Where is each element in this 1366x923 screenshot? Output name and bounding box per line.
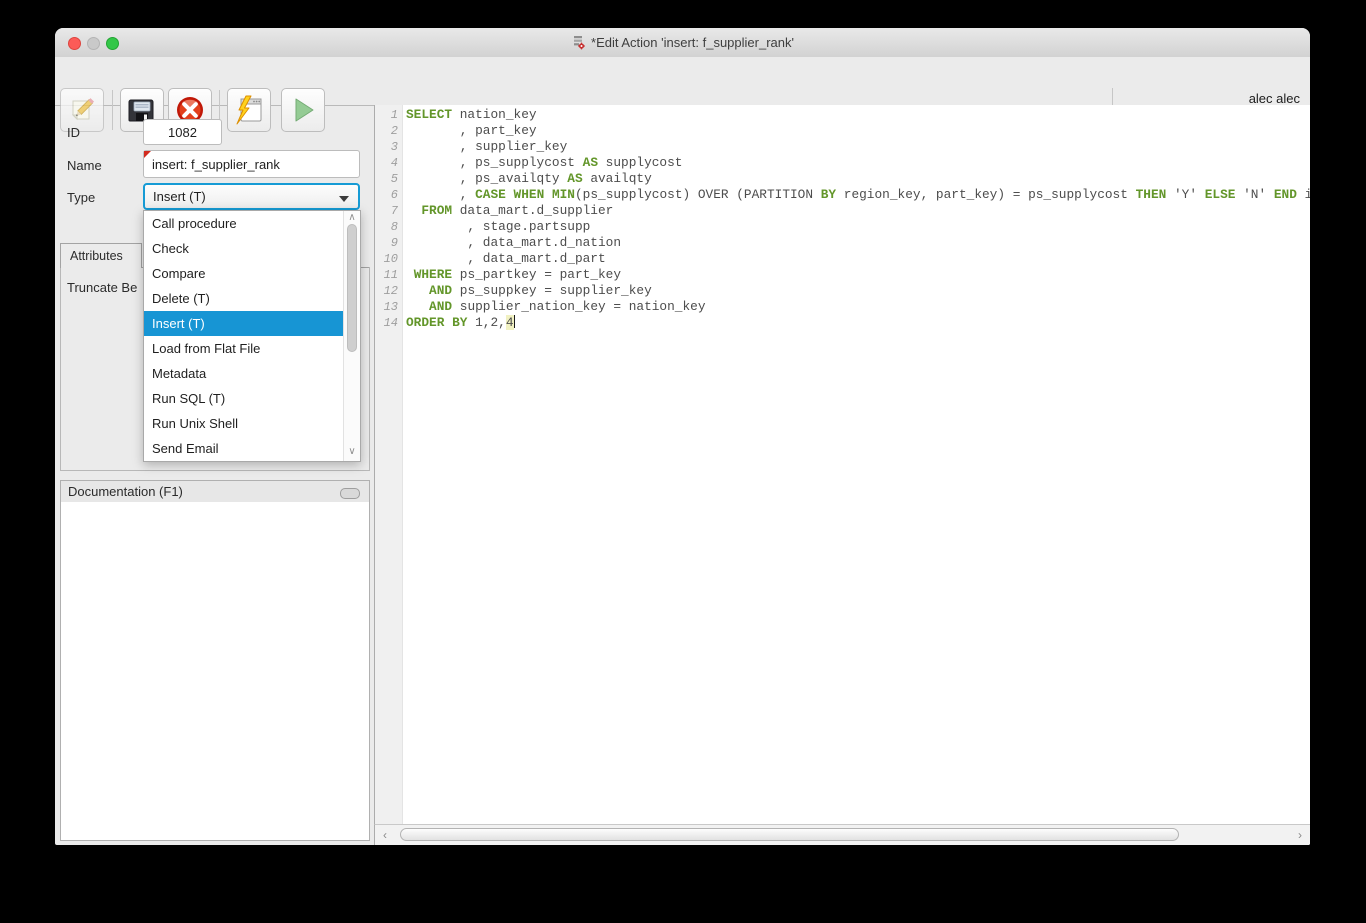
code-line: 9 , data_mart.d_nation bbox=[375, 235, 1310, 251]
code-line: 10 , data_mart.d_part bbox=[375, 251, 1310, 267]
line-number: 14 bbox=[375, 315, 398, 331]
type-combobox[interactable]: Insert (T) bbox=[143, 183, 360, 210]
attributes-tab-label: Attributes bbox=[70, 249, 123, 263]
scroll-down-icon[interactable]: ∨ bbox=[344, 446, 360, 458]
line-number: 11 bbox=[375, 267, 398, 283]
id-input[interactable] bbox=[143, 119, 222, 145]
line-number: 8 bbox=[375, 219, 398, 235]
name-label: Name bbox=[67, 158, 102, 173]
sql-editor[interactable]: 1SELECT nation_key2 , part_key3 , suppli… bbox=[374, 105, 1310, 845]
code-line: 4 , ps_supplycost AS supplycost bbox=[375, 155, 1310, 171]
toolbar-separator bbox=[112, 90, 113, 130]
truncate-field-label: Truncate Be bbox=[67, 280, 137, 295]
documentation-title: Documentation (F1) bbox=[68, 484, 183, 499]
window-title: *Edit Action 'insert: f_supplier_rank' bbox=[591, 35, 794, 50]
horizontal-scrollbar[interactable]: ‹ › bbox=[374, 824, 1310, 845]
line-number: 12 bbox=[375, 283, 398, 299]
type-label: Type bbox=[67, 190, 95, 205]
scroll-left-icon[interactable]: ‹ bbox=[378, 827, 392, 843]
titlebar: *Edit Action 'insert: f_supplier_rank' bbox=[55, 28, 1310, 58]
pencil-icon bbox=[67, 95, 97, 125]
code-line: 14ORDER BY 1,2,4 bbox=[375, 315, 1310, 331]
play-button[interactable] bbox=[281, 88, 325, 132]
action-icon bbox=[571, 35, 586, 50]
play-icon bbox=[288, 95, 318, 125]
line-number: 3 bbox=[375, 139, 398, 155]
id-label: ID bbox=[67, 125, 80, 140]
dropdown-option[interactable]: Run Unix Shell bbox=[144, 411, 344, 436]
dropdown-option[interactable]: Call procedure bbox=[144, 211, 344, 236]
dropdown-scrollbar[interactable]: ∧ ∨ bbox=[343, 211, 360, 461]
toolbar: alec alec 27.11.2020 - 09:56:22 bbox=[55, 57, 1310, 106]
documentation-collapse-button[interactable] bbox=[340, 488, 360, 499]
code-line: 5 , ps_availqty AS availqty bbox=[375, 171, 1310, 187]
tab-attributes[interactable]: Attributes bbox=[60, 243, 142, 268]
line-number: 9 bbox=[375, 235, 398, 251]
horizontal-scrollbar-thumb[interactable] bbox=[400, 828, 1179, 841]
code-line: 7 FROM data_mart.d_supplier bbox=[375, 203, 1310, 219]
line-number: 5 bbox=[375, 171, 398, 187]
dropdown-scrollbar-thumb[interactable] bbox=[347, 224, 357, 352]
code-line: 6 , CASE WHEN MIN(ps_supplycost) OVER (P… bbox=[375, 187, 1310, 203]
code-line: 3 , supplier_key bbox=[375, 139, 1310, 155]
dropdown-option[interactable]: Check bbox=[144, 236, 344, 261]
dropdown-option[interactable]: Metadata bbox=[144, 361, 344, 386]
chevron-down-icon bbox=[339, 196, 349, 202]
line-number: 2 bbox=[375, 123, 398, 139]
type-dropdown-list: Call procedureCheckCompareDelete (T)Inse… bbox=[143, 210, 361, 462]
lightning-window-icon bbox=[233, 94, 265, 126]
dropdown-option[interactable]: Delete (T) bbox=[144, 286, 344, 311]
dropdown-option[interactable]: Send Email bbox=[144, 436, 344, 461]
documentation-textarea[interactable] bbox=[60, 502, 370, 841]
run-action-button[interactable] bbox=[227, 88, 271, 132]
code-line: 13 AND supplier_nation_key = nation_key bbox=[375, 299, 1310, 315]
line-number: 13 bbox=[375, 299, 398, 315]
line-number: 7 bbox=[375, 203, 398, 219]
code-line: 2 , part_key bbox=[375, 123, 1310, 139]
name-input[interactable] bbox=[143, 150, 360, 178]
documentation-caption: Documentation (F1) bbox=[60, 480, 370, 503]
code-line: 12 AND ps_suppkey = supplier_key bbox=[375, 283, 1310, 299]
line-number: 1 bbox=[375, 107, 398, 123]
line-number: 10 bbox=[375, 251, 398, 267]
scroll-right-icon[interactable]: › bbox=[1293, 827, 1307, 843]
type-combobox-value: Insert (T) bbox=[153, 189, 206, 204]
scroll-up-icon[interactable]: ∧ bbox=[344, 212, 360, 224]
edit-action-window: *Edit Action 'insert: f_supplier_rank' bbox=[55, 28, 1310, 845]
text-caret bbox=[514, 315, 516, 328]
line-number: 4 bbox=[375, 155, 398, 171]
line-number: 6 bbox=[375, 187, 398, 203]
code-line: 11 WHERE ps_partkey = part_key bbox=[375, 267, 1310, 283]
code-line: 8 , stage.partsupp bbox=[375, 219, 1310, 235]
dropdown-option[interactable]: Run SQL (T) bbox=[144, 386, 344, 411]
dropdown-option[interactable]: Load from Flat File bbox=[144, 336, 344, 361]
dropdown-option[interactable]: Insert (T) bbox=[144, 311, 344, 336]
dropdown-option[interactable]: Compare bbox=[144, 261, 344, 286]
modified-marker bbox=[144, 151, 151, 158]
code-line: 1SELECT nation_key bbox=[375, 107, 1310, 123]
